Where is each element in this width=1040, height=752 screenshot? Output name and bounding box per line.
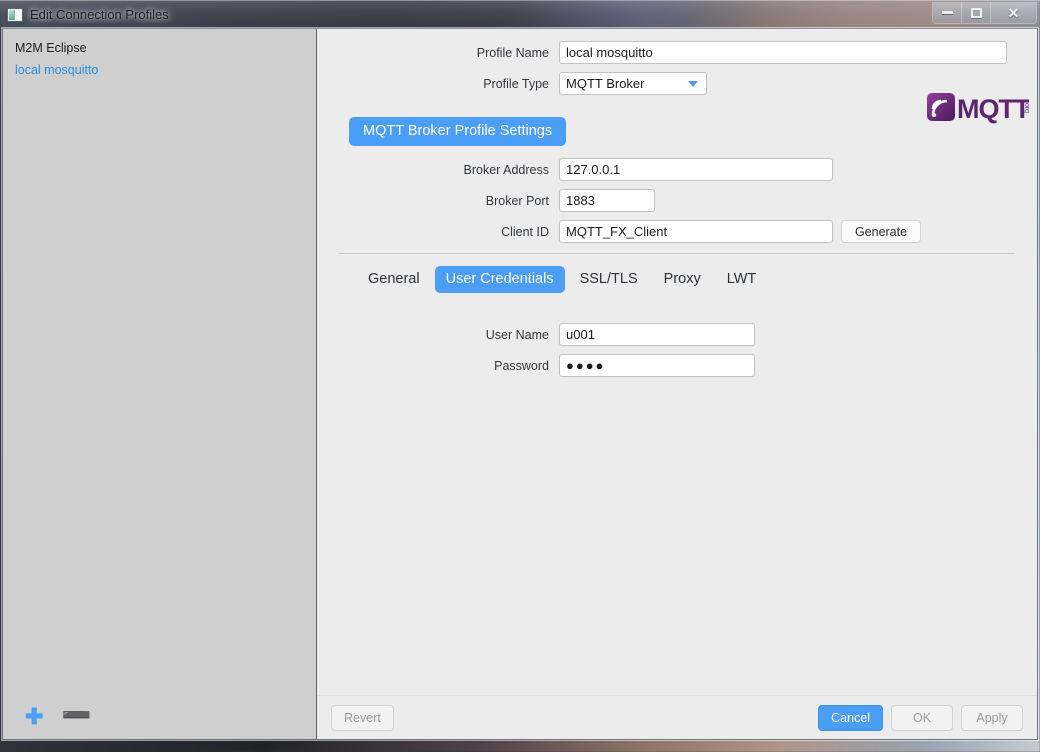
user-name-row: User Name (335, 323, 1019, 346)
profile-type-select[interactable]: MQTT Broker (559, 72, 707, 95)
tab-user-credentials[interactable]: User Credentials (434, 266, 565, 293)
revert-button[interactable]: Revert (331, 704, 394, 731)
profile-type-value: MQTT Broker (566, 76, 645, 91)
password-label: Password (494, 358, 549, 373)
maximize-icon (970, 7, 982, 18)
password-input[interactable] (559, 354, 755, 377)
svg-text:.org: .org (1023, 101, 1029, 113)
password-row: Password (335, 354, 1019, 377)
title-bar[interactable]: Edit Connection Profiles ✕ (0, 0, 1040, 28)
profile-name-row: Profile Name (335, 41, 1019, 64)
profile-name-input[interactable] (559, 41, 1007, 64)
application-window: Edit Connection Profiles ✕ M2M Eclipse l… (0, 0, 1040, 748)
settings-tabs: General User Credentials SSL/TLS Proxy L… (357, 266, 1019, 293)
client-id-input[interactable] (559, 220, 833, 243)
section-title-badge: MQTT Broker Profile Settings (349, 117, 567, 146)
minimize-button[interactable] (933, 2, 962, 23)
close-icon: ✕ (1007, 4, 1020, 21)
profile-form: MQTT .org Profile Name Profile Type MQTT… (317, 29, 1037, 695)
add-profile-icon[interactable]: ✚ (25, 706, 43, 728)
client-id-label: Client ID (501, 224, 549, 239)
minimize-icon (941, 11, 953, 14)
broker-address-input[interactable] (559, 158, 833, 181)
mqtt-logo: MQTT .org (925, 87, 1029, 127)
cancel-button[interactable]: Cancel (818, 704, 883, 731)
title-bar-left: Edit Connection Profiles (0, 1, 169, 28)
broker-address-label: Broker Address (463, 162, 549, 177)
tab-proxy[interactable]: Proxy (653, 266, 712, 293)
svg-text:MQTT: MQTT (957, 94, 1029, 124)
close-button[interactable]: ✕ (991, 2, 1036, 23)
profile-type-row: Profile Type MQTT Broker (335, 72, 1019, 95)
window-title: Edit Connection Profiles (30, 7, 169, 22)
user-credentials-panel: User Name Password (335, 323, 1019, 377)
list-item[interactable]: M2M Eclipse (3, 37, 316, 59)
tab-general[interactable]: General (357, 266, 431, 293)
list-item[interactable]: local mosquitto (3, 59, 316, 81)
profile-name-label: Profile Name (476, 45, 549, 60)
sidebar-toolbar: ✚ ➖ (3, 695, 316, 739)
main-panel: MQTT .org Profile Name Profile Type MQTT… (317, 29, 1037, 739)
chevron-down-icon (688, 80, 698, 87)
user-name-input[interactable] (559, 323, 755, 346)
profiles-sidebar: M2M Eclipse local mosquitto ✚ ➖ (3, 29, 317, 739)
broker-port-row: Broker Port (335, 189, 1019, 212)
tab-lwt[interactable]: LWT (716, 266, 768, 293)
profile-type-label: Profile Type (483, 76, 549, 91)
mqtt-logo-svg: MQTT .org (927, 93, 1029, 124)
broker-address-row: Broker Address (335, 158, 1019, 181)
window-icon (7, 7, 23, 22)
window-controls: ✕ (932, 2, 1037, 24)
tab-ssl-tls[interactable]: SSL/TLS (569, 266, 649, 293)
ok-button[interactable]: OK (891, 704, 953, 731)
dialog-footer: Revert Cancel OK Apply (317, 695, 1037, 739)
profile-list[interactable]: M2M Eclipse local mosquitto (3, 29, 316, 695)
form-separator (339, 253, 1015, 254)
generate-client-id-button[interactable]: Generate (841, 220, 921, 243)
remove-profile-icon[interactable]: ➖ (61, 704, 91, 728)
apply-button[interactable]: Apply (961, 704, 1023, 731)
client-id-row: Client ID Generate (335, 220, 1019, 243)
broker-port-input[interactable] (559, 189, 655, 212)
footer-actions: Cancel OK Apply (818, 704, 1023, 731)
user-name-label: User Name (485, 327, 549, 342)
client-area: M2M Eclipse local mosquitto ✚ ➖ MQTT .or… (2, 28, 1038, 740)
maximize-button[interactable] (962, 2, 991, 23)
broker-port-label: Broker Port (485, 193, 549, 208)
